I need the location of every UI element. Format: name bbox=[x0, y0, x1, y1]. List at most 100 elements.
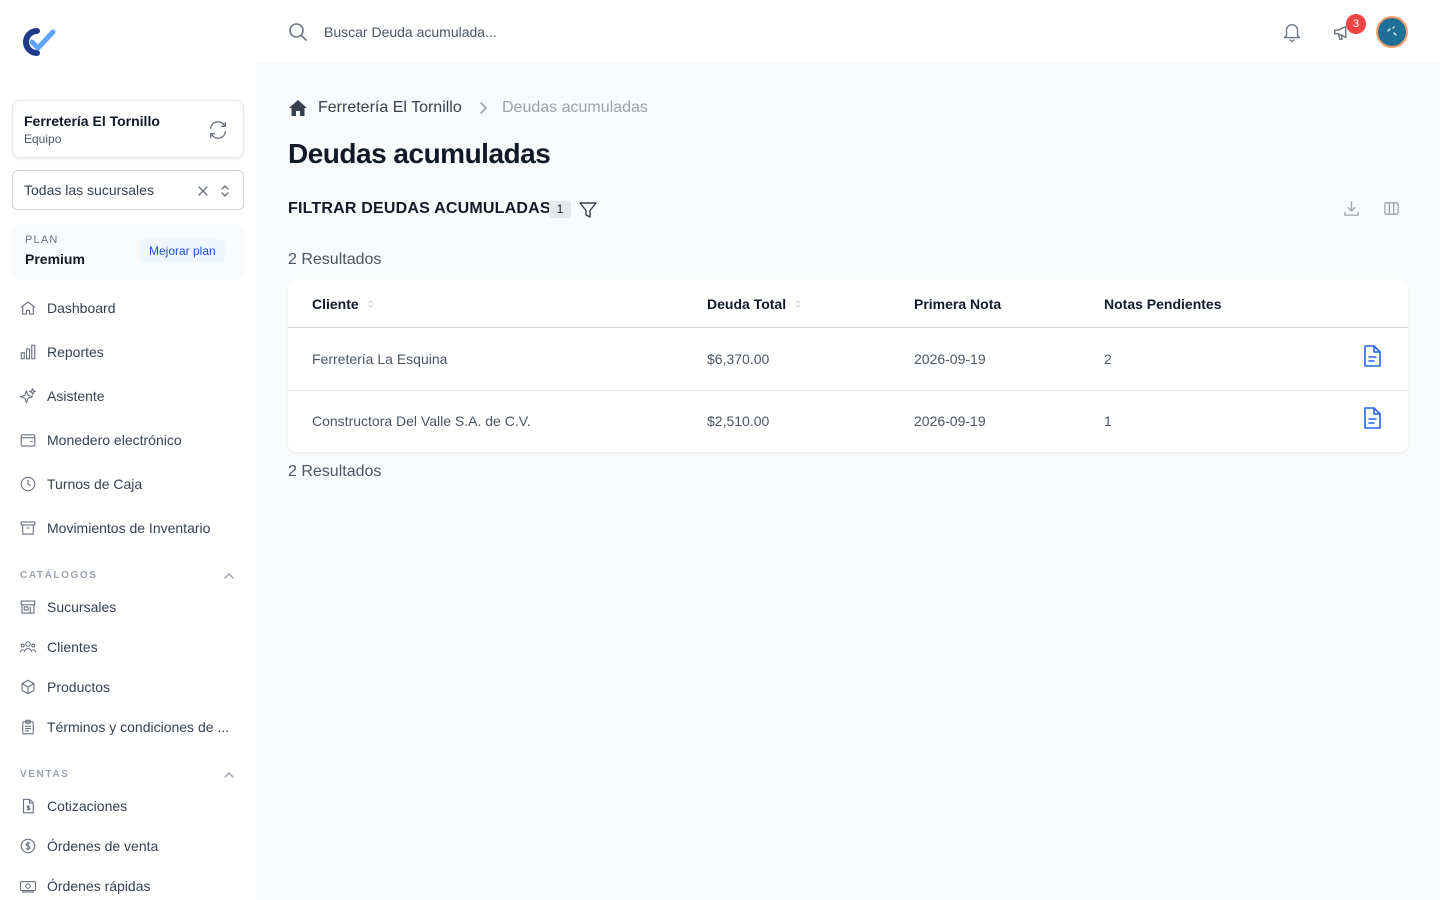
table-row[interactable]: Ferretería La Esquina $6,370.00 2026-09-… bbox=[288, 329, 1408, 391]
sidebar-item-monedero[interactable]: Monedero electrónico bbox=[19, 428, 182, 452]
column-header-primera-nota: Primera Nota bbox=[914, 296, 1001, 312]
table-row[interactable]: Constructora Del Valle S.A. de C.V. $2,5… bbox=[288, 391, 1408, 452]
team-role: Equipo bbox=[24, 132, 62, 146]
cell-notas-pendientes: 2 bbox=[1104, 351, 1112, 367]
top-bar: 3 bbox=[256, 0, 1440, 63]
sidebar-item-label: Términos y condiciones de ... bbox=[47, 719, 230, 735]
sidebar-item-label: Reportes bbox=[47, 344, 104, 360]
sidebar-item-ordenes-rapidas[interactable]: Órdenes rápidas bbox=[19, 874, 151, 898]
document-icon[interactable] bbox=[1361, 344, 1383, 368]
table-header: Cliente Deuda Total Primera Nota Notas P… bbox=[288, 280, 1408, 328]
sidebar-item-label: Monedero electrónico bbox=[47, 432, 182, 448]
sidebar-item-label: Sucursales bbox=[47, 599, 117, 615]
page-title: Deudas acumuladas bbox=[288, 138, 551, 169]
cell-cliente: Ferretería La Esquina bbox=[312, 351, 448, 367]
clock-icon bbox=[20, 476, 36, 492]
chevron-up-icon[interactable] bbox=[223, 570, 235, 582]
sidebar-item-ordenes-venta[interactable]: Órdenes de venta bbox=[19, 834, 158, 858]
columns-icon[interactable] bbox=[1383, 200, 1400, 217]
cube-icon bbox=[21, 679, 35, 695]
cell-cliente: Constructora Del Valle S.A. de C.V. bbox=[312, 413, 531, 429]
sidebar-item-label: Clientes bbox=[47, 639, 98, 655]
cell-deuda-total: $2,510.00 bbox=[707, 413, 770, 429]
download-icon[interactable] bbox=[1343, 200, 1360, 217]
team-switcher[interactable]: Ferretería El Tornillo Equipo bbox=[12, 100, 244, 158]
funnel-icon[interactable] bbox=[578, 200, 598, 220]
refresh-icon[interactable] bbox=[207, 119, 229, 141]
search-input[interactable] bbox=[324, 20, 804, 44]
plan-label: PLAN bbox=[25, 234, 59, 246]
bell-icon[interactable] bbox=[1281, 21, 1303, 43]
user-avatar[interactable] bbox=[1376, 16, 1408, 48]
sparkles-icon bbox=[19, 387, 37, 404]
search-icon bbox=[289, 23, 307, 41]
cell-primera-nota: 2026-09-19 bbox=[914, 413, 986, 429]
clipboard-icon bbox=[22, 719, 34, 735]
notification-badge: 3 bbox=[1346, 14, 1366, 34]
filter-count-badge: 1 bbox=[549, 201, 571, 218]
sidebar-item-clientes[interactable]: Clientes bbox=[19, 635, 98, 659]
document-dollar-icon bbox=[22, 798, 34, 814]
breadcrumb-current: Deudas acumuladas bbox=[502, 99, 648, 116]
app-logo-icon[interactable] bbox=[20, 26, 56, 58]
archive-box-icon bbox=[20, 521, 36, 535]
sidebar-item-asistente[interactable]: Asistente bbox=[19, 384, 105, 408]
chevron-right-icon bbox=[480, 102, 487, 114]
users-icon bbox=[19, 641, 37, 653]
sidebar-item-dashboard[interactable]: Dashboard bbox=[19, 296, 116, 320]
column-header-label: Notas Pendientes bbox=[1104, 296, 1222, 312]
sidebar-item-movimientos-inventario[interactable]: Movimientos de Inventario bbox=[19, 516, 210, 540]
sidebar-item-terminos[interactable]: Términos y condiciones de ... bbox=[19, 715, 229, 739]
storefront-icon bbox=[20, 600, 36, 614]
column-header-deuda-total[interactable]: Deuda Total bbox=[707, 296, 802, 312]
document-icon[interactable] bbox=[1361, 406, 1383, 430]
sidebar-item-label: Movimientos de Inventario bbox=[47, 520, 211, 536]
sidebar-item-label: Asistente bbox=[47, 388, 105, 404]
sidebar-item-label: Órdenes rápidas bbox=[47, 878, 151, 894]
branch-select-value: Todas las sucursales bbox=[24, 182, 154, 198]
team-name: Ferretería El Tornillo bbox=[24, 113, 160, 129]
home-icon bbox=[20, 301, 36, 315]
plan-card: PLAN Premium Mejorar plan bbox=[12, 224, 244, 280]
cell-notas-pendientes: 1 bbox=[1104, 413, 1112, 429]
debts-table: Cliente Deuda Total Primera Nota Notas P… bbox=[288, 280, 1408, 452]
currency-circle-icon bbox=[20, 838, 36, 854]
section-label-ventas: VENTAS bbox=[20, 769, 70, 780]
plan-name: Premium bbox=[25, 251, 85, 267]
cell-deuda-total: $6,370.00 bbox=[707, 351, 770, 367]
branch-select[interactable]: Todas las sucursales bbox=[12, 170, 244, 210]
column-header-cliente[interactable]: Cliente bbox=[312, 296, 375, 312]
results-count: 2 Resultados bbox=[288, 251, 382, 268]
home-icon[interactable] bbox=[288, 98, 308, 118]
sidebar-item-cotizaciones[interactable]: Cotizaciones bbox=[19, 794, 127, 818]
column-header-label: Primera Nota bbox=[914, 296, 1002, 312]
upgrade-plan-button[interactable]: Mejorar plan bbox=[140, 239, 225, 263]
close-icon[interactable] bbox=[196, 184, 210, 198]
filter-toggle[interactable]: FILTRAR DEUDAS ACUMULADAS bbox=[288, 200, 551, 218]
sidebar-item-label: Productos bbox=[47, 679, 111, 695]
chevron-up-down-icon bbox=[221, 185, 229, 197]
sidebar-item-reportes[interactable]: Reportes bbox=[19, 340, 104, 364]
sidebar-item-label: Órdenes de venta bbox=[47, 838, 159, 854]
chevron-up-icon[interactable] bbox=[223, 769, 235, 781]
cell-primera-nota: 2026-09-19 bbox=[914, 351, 986, 367]
column-header-label: Cliente bbox=[312, 296, 359, 312]
breadcrumb-home-link[interactable]: Ferretería El Tornillo bbox=[318, 99, 462, 117]
banknote-icon bbox=[19, 880, 37, 893]
avatar-pattern-icon bbox=[1387, 26, 1397, 36]
sidebar-item-sucursales[interactable]: Sucursales bbox=[19, 595, 116, 619]
sidebar-item-label: Cotizaciones bbox=[47, 798, 128, 814]
wallet-icon bbox=[20, 434, 36, 447]
sidebar-item-label: Turnos de Caja bbox=[47, 476, 143, 492]
sort-icon bbox=[368, 300, 374, 308]
results-count-bottom: 2 Resultados bbox=[288, 463, 382, 480]
bar-chart-icon bbox=[20, 344, 36, 360]
sidebar-item-turnos-caja[interactable]: Turnos de Caja bbox=[19, 472, 142, 496]
sidebar-item-productos[interactable]: Productos bbox=[19, 675, 110, 699]
sidebar-item-label: Dashboard bbox=[47, 300, 116, 316]
section-label-catalogos: CATÁLOGOS bbox=[20, 570, 98, 581]
column-header-label: Deuda Total bbox=[707, 296, 787, 312]
column-header-notas-pendientes: Notas Pendientes bbox=[1104, 296, 1221, 312]
sort-icon bbox=[795, 300, 801, 308]
sidebar: Ferretería El Tornillo Equipo Todas las … bbox=[0, 0, 256, 900]
